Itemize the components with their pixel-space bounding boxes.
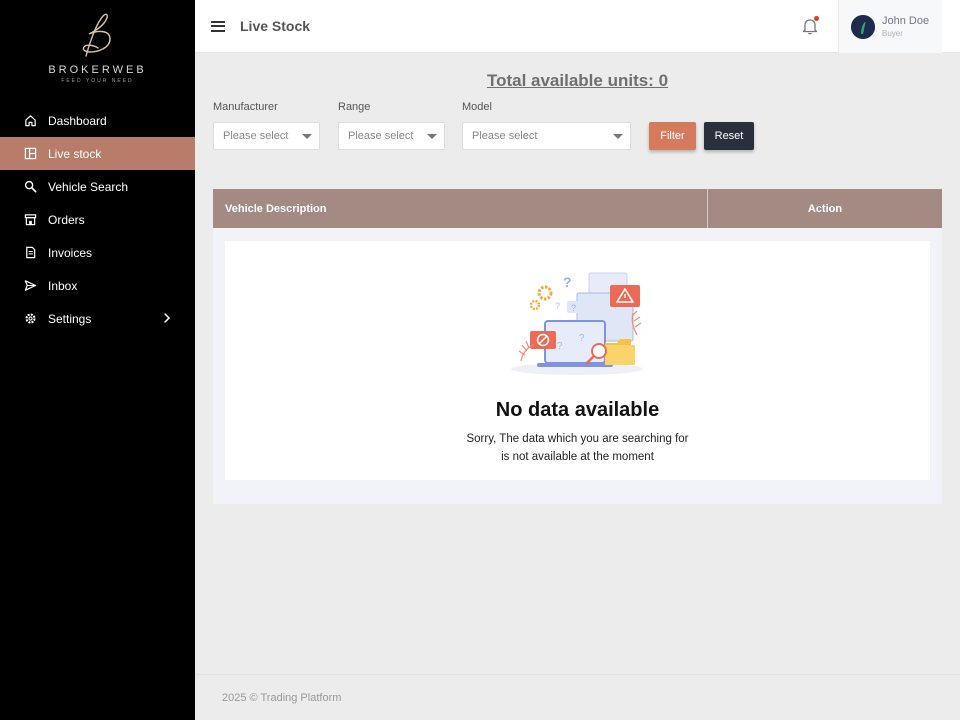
menu-toggle-icon[interactable] (211, 18, 225, 34)
sidebar-item-live-stock[interactable]: Live stock (0, 137, 195, 170)
model-select[interactable]: Please select (462, 122, 631, 150)
footer-copyright: 2025 © Trading Platform (222, 691, 342, 704)
svg-text:?: ? (579, 333, 585, 344)
manufacturer-select[interactable]: Please select (213, 122, 320, 150)
empty-state-title: No data available (495, 399, 660, 421)
reset-button[interactable]: Reset (704, 122, 754, 150)
sidebar-nav: Dashboard Live stock Vehicle Search Orde… (0, 104, 195, 335)
svg-text:?: ? (563, 274, 572, 290)
sidebar-item-label: Dashboard (48, 113, 107, 128)
chevron-down-icon (427, 134, 437, 139)
svg-text:?: ? (571, 303, 576, 313)
notification-bell-icon[interactable] (802, 16, 819, 40)
brand-logo[interactable]: BROKERWEB FEED YOUR NEED (0, 0, 195, 100)
chevron-down-icon (302, 134, 312, 139)
empty-state-message-line2: is not available at the moment (501, 451, 654, 463)
model-select-value: Please select (472, 130, 538, 142)
range-select[interactable]: Please select (338, 122, 445, 150)
user-role: Buyer (882, 29, 903, 38)
column-header-vehicle-description[interactable]: Vehicle Description (213, 189, 708, 228)
empty-state-message-line1: Sorry, The data which you are searching … (466, 433, 689, 445)
user-name: John Doe (882, 15, 930, 27)
sidebar-item-label: Invoices (48, 245, 93, 260)
user-menu[interactable]: John Doe Buyer (838, 0, 942, 53)
search-icon (23, 180, 37, 194)
column-header-action: Action (807, 202, 843, 215)
sidebar-item-label: Inbox (48, 278, 78, 293)
sidebar-item-label: Vehicle Search (48, 179, 129, 194)
brand-tagline: FEED YOUR NEED (61, 78, 134, 84)
svg-text:?: ? (557, 341, 563, 352)
empty-state: ? ? ? ? ? No data available Sorry, The d… (225, 241, 930, 480)
chevron-down-icon (613, 134, 623, 139)
sidebar-item-label: Live stock (48, 146, 102, 161)
sidebar-item-label: Settings (48, 311, 92, 326)
empty-state-message: Sorry, The data which you are searching … (225, 430, 930, 466)
total-units-heading: Total available units: 0 (486, 71, 669, 90)
chevron-right-icon (163, 312, 171, 327)
send-icon (23, 279, 37, 293)
footer: 2025 © Trading Platform (195, 674, 960, 720)
table-header: Vehicle Description Action (213, 189, 942, 228)
filter-button[interactable]: Filter (649, 122, 696, 150)
page-title: Live Stock (240, 18, 311, 34)
sidebar-item-label: Orders (48, 212, 85, 227)
gear-icon (23, 312, 37, 326)
sidebar: BROKERWEB FEED YOUR NEED Dashboard Live … (0, 0, 195, 720)
top-header: Live Stock John Doe Buyer (195, 0, 960, 53)
sidebar-item-dashboard[interactable]: Dashboard (0, 104, 195, 137)
manufacturer-label: Manufacturer (213, 101, 278, 113)
store-icon (23, 213, 37, 227)
no-data-illustration-icon: ? ? ? ? ? (507, 265, 647, 385)
sidebar-item-inbox[interactable]: Inbox (0, 269, 195, 302)
brand-logo-mark (82, 13, 111, 57)
sidebar-item-invoices[interactable]: Invoices (0, 236, 195, 269)
layout-icon (23, 147, 37, 161)
sidebar-item-vehicle-search[interactable]: Vehicle Search (0, 170, 195, 203)
range-label: Range (338, 101, 371, 113)
model-label: Model (462, 101, 492, 113)
brand-name: BROKERWEB (48, 64, 147, 76)
avatar (851, 14, 875, 39)
notification-dot (814, 16, 819, 21)
home-icon (23, 114, 37, 128)
sidebar-item-orders[interactable]: Orders (0, 203, 195, 236)
invoice-icon (23, 246, 37, 260)
svg-text:?: ? (555, 301, 560, 311)
stock-table: Vehicle Description Action ? ? ? ? ? No … (213, 189, 942, 504)
manufacturer-select-value: Please select (223, 130, 289, 142)
range-select-value: Please select (348, 130, 414, 142)
sidebar-item-settings[interactable]: Settings (0, 302, 195, 335)
